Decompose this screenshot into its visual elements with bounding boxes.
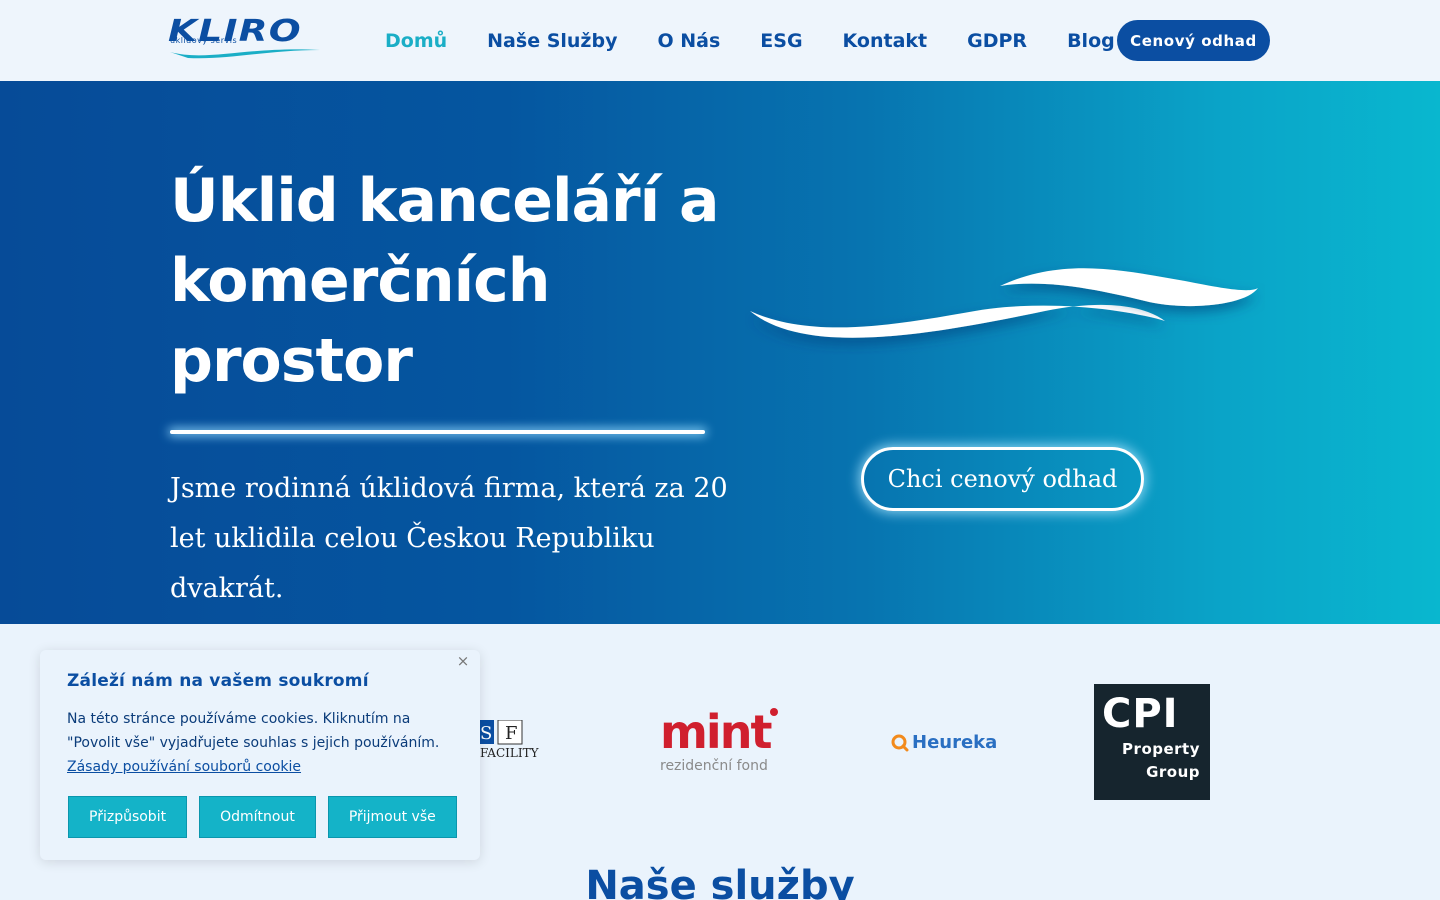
- accept-all-cookies-button[interactable]: Přijmout vše: [327, 796, 457, 838]
- partner-logo-cpi: CPI Property Group: [1094, 684, 1210, 800]
- svg-text:F: F: [505, 723, 518, 744]
- cookie-description: Na této stránce používáme cookies. Klikn…: [67, 711, 440, 751]
- cpi-wordmark: CPI: [1102, 691, 1179, 737]
- services-section-title: Naše služby: [585, 863, 855, 900]
- cpi-subtext-property: Property: [1122, 740, 1200, 758]
- logo-wave-icon: [170, 49, 320, 59]
- cookie-consent-banner: × Záleží nám na vašem soukromí Na této s…: [40, 650, 480, 860]
- main-nav: Domů Naše Služby O Nás ESG Kontakt GDPR …: [385, 0, 1155, 81]
- nav-item-gdpr[interactable]: GDPR: [967, 30, 1027, 52]
- mint-dot-icon: [770, 708, 778, 716]
- hero-section: Úklid kanceláří a komerčních prostor Jsm…: [0, 81, 1440, 624]
- mint-wordmark: mint: [660, 705, 772, 759]
- hero-subtitle: Jsme rodinná úklidová firma, která za 20…: [170, 473, 728, 604]
- kliro-logo[interactable]: KLIRO úklidový servis: [168, 16, 322, 62]
- reject-cookies-button[interactable]: Odmítnout: [199, 796, 316, 838]
- cookie-title: Záleží nám na vašem soukromí: [67, 671, 369, 691]
- heureka-magnifier-icon: [891, 734, 909, 751]
- mint-subtext: rezidenční fond: [660, 758, 768, 774]
- price-estimate-button[interactable]: Cenový odhad: [1117, 20, 1270, 61]
- nav-item-esg[interactable]: ESG: [760, 30, 802, 52]
- svg-text:S: S: [480, 723, 492, 744]
- cookie-buttons: Přizpůsobit Odmítnout Přijmout vše: [68, 796, 469, 838]
- close-icon[interactable]: ×: [454, 652, 472, 670]
- svg-text:FACILITY: FACILITY: [480, 746, 540, 760]
- partner-logo-sif: S F FACILITY: [470, 719, 550, 760]
- nav-item-domu[interactable]: Domů: [385, 30, 447, 52]
- customize-cookies-button[interactable]: Přizpůsobit: [68, 796, 188, 838]
- cookie-text: Na této stránce používáme cookies. Klikn…: [67, 707, 457, 779]
- nav-item-nase-sluzby[interactable]: Naše Služby: [487, 30, 617, 52]
- sif-logo-icon: S F FACILITY: [470, 719, 540, 760]
- wave-graphic-icon: [750, 268, 1258, 338]
- heureka-wordmark: Heureka: [912, 732, 998, 753]
- hero-price-estimate-button[interactable]: Chci cenový odhad: [861, 447, 1144, 511]
- partner-logo-heureka: Heureka: [891, 732, 997, 753]
- nav-item-blog[interactable]: Blog: [1067, 30, 1115, 52]
- cpi-subtext-group: Group: [1146, 763, 1200, 781]
- cookie-policy-link[interactable]: Zásady používání souborů cookie: [67, 759, 301, 775]
- hero-title: Úklid kanceláří a komerčních prostor: [170, 166, 720, 396]
- nav-item-kontakt[interactable]: Kontakt: [843, 30, 928, 52]
- site-header: KLIRO úklidový servis Domů Naše Služby O…: [0, 0, 1440, 81]
- partner-logo-mint: mint rezidenční fond: [660, 705, 778, 774]
- nav-item-o-nas[interactable]: O Nás: [657, 30, 720, 52]
- hero-divider: [170, 430, 705, 434]
